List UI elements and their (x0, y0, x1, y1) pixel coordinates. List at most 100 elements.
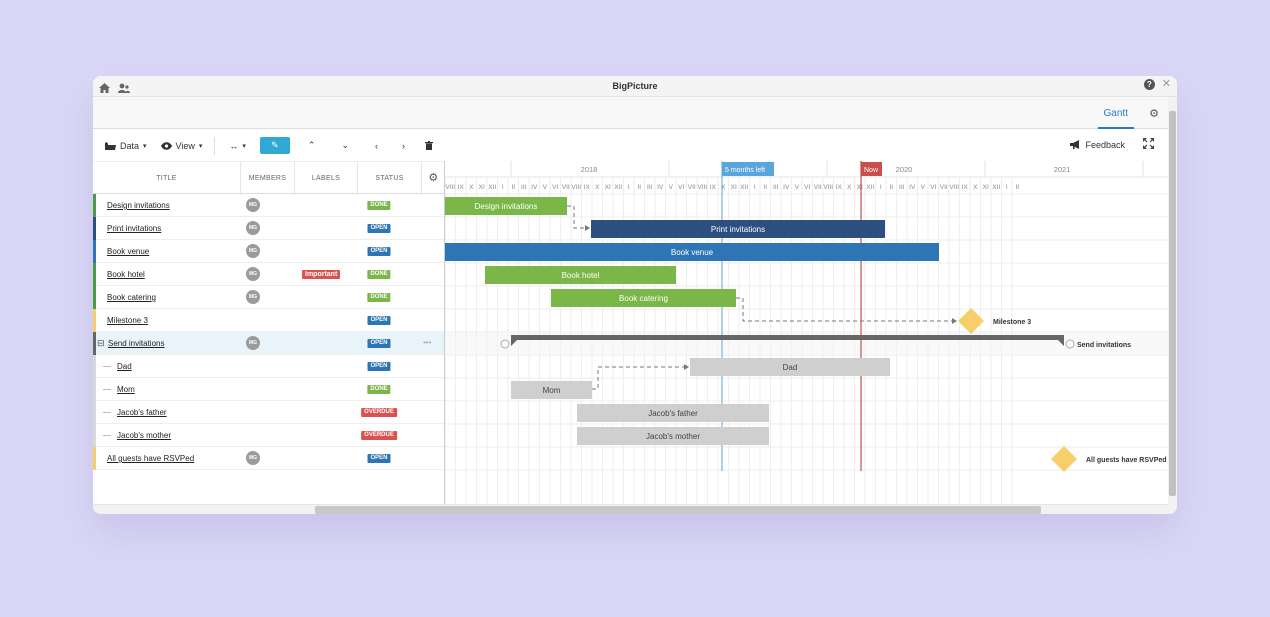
row-actions-icon[interactable]: ••• (423, 338, 431, 347)
task-title-link[interactable]: Jacob's father (117, 408, 167, 417)
task-title-link[interactable]: Milestone 3 (107, 316, 148, 325)
today-marker-label: 5 months left (725, 167, 765, 174)
month-label: V (921, 184, 926, 191)
vertical-scrollbar[interactable] (1168, 97, 1177, 514)
grid-row[interactable]: Design invitations MG DONE (93, 194, 444, 217)
vertical-scroll-thumb[interactable] (1169, 111, 1176, 496)
avatar[interactable]: MG (246, 336, 260, 350)
pencil-icon[interactable]: ✎ (259, 137, 290, 154)
now-marker-label: Now (864, 167, 879, 174)
task-title-link[interactable]: Jacob's mother (117, 431, 171, 440)
grid-row[interactable]: Milestone 3 OPEN (93, 309, 444, 332)
month-label: III (899, 184, 905, 191)
status-badge[interactable]: OPEN (367, 339, 391, 348)
month-label: VII (814, 184, 822, 191)
chevron-down-icon[interactable]: ⌄ (341, 140, 349, 151)
status-badge[interactable]: DONE (367, 270, 391, 279)
column-header-labels[interactable]: LABELS (295, 162, 358, 195)
status-badge[interactable]: OVERDUE (361, 408, 397, 417)
data-menu-button[interactable]: Data ▾ (105, 141, 147, 151)
view-menu-button[interactable]: View ▾ (160, 141, 202, 151)
task-title-link[interactable]: Dad (117, 362, 132, 371)
feedback-button[interactable]: Feedback (1070, 140, 1125, 150)
milestone-diamond[interactable] (1051, 446, 1077, 472)
row-color-bar (93, 401, 96, 424)
grid-row[interactable]: Print invitations MG OPEN (93, 217, 444, 240)
avatar[interactable]: MG (246, 267, 260, 281)
tab-gantt[interactable]: Gantt (1097, 97, 1134, 129)
help-icon[interactable]: ? (1143, 79, 1155, 90)
task-title-link[interactable]: Print invitations (107, 224, 161, 233)
status-badge[interactable]: DONE (367, 385, 391, 394)
status-badge[interactable]: OVERDUE (361, 431, 397, 440)
grid-row[interactable]: Jacob's father OVERDUE (93, 401, 444, 424)
gear-icon[interactable]: ⚙ (1149, 107, 1159, 120)
column-settings-gear-icon[interactable]: ⚙ (422, 162, 445, 195)
task-title-link[interactable]: Book venue (107, 247, 149, 256)
month-label: X (847, 184, 852, 191)
grid-row[interactable]: Book venue MG OPEN (93, 240, 444, 263)
milestone-label: Milestone 3 (993, 319, 1031, 326)
row-color-bar (93, 332, 96, 355)
month-label: IV (531, 184, 538, 191)
collapse-toggle-icon[interactable]: ⊟ (97, 338, 105, 349)
horizontal-scroll-thumb[interactable] (315, 506, 1041, 514)
status-badge[interactable]: OPEN (367, 362, 391, 371)
gantt-bar-label: Jacob's father (648, 409, 698, 418)
grid-row[interactable]: Jacob's mother OVERDUE (93, 424, 444, 447)
status-badge[interactable]: DONE (367, 293, 391, 302)
avatar[interactable]: MG (246, 244, 260, 258)
grid-row[interactable]: ⊟ Send invitations MG OPEN ••• (93, 332, 444, 355)
avatar[interactable]: MG (246, 290, 260, 304)
arrows-horizontal-icon[interactable]: ↔ ▾ (229, 141, 246, 151)
task-title-link[interactable]: Send invitations (108, 339, 164, 348)
month-label: IV (657, 184, 664, 191)
month-label: I (754, 184, 756, 191)
gantt-bar-label: Book hotel (562, 271, 600, 280)
arrow-head (585, 225, 590, 231)
grid-row[interactable]: Book catering MG DONE (93, 286, 444, 309)
status-badge[interactable]: OPEN (367, 247, 391, 256)
status-badge[interactable]: DONE (367, 201, 391, 210)
month-label: VII (688, 184, 696, 191)
close-icon[interactable]: ✕ (1162, 79, 1171, 90)
group-end-handle[interactable] (1065, 339, 1075, 349)
chevron-left-icon[interactable]: ‹ (375, 141, 378, 151)
month-label: I (628, 184, 630, 191)
column-header-status[interactable]: STATUS (358, 162, 422, 195)
chevron-up-icon[interactable]: ⌃ (308, 140, 316, 151)
grid-row[interactable]: Book hotel MG Important DONE (93, 263, 444, 286)
gantt-bar-label: Mom (543, 386, 561, 395)
row-color-bar (93, 263, 96, 286)
grid-row[interactable]: Mom DONE (93, 378, 444, 401)
row-color-bar (93, 240, 96, 263)
status-badge[interactable]: OPEN (367, 454, 391, 463)
column-header-members[interactable]: MEMBERS (241, 162, 295, 195)
month-label: X (973, 184, 978, 191)
task-title-link[interactable]: All guests have RSVPed (107, 454, 194, 463)
horizontal-scrollbar[interactable] (93, 504, 1168, 514)
group-start-handle[interactable] (500, 339, 510, 349)
toolbar: Data ▾ View ▾ ↔ ▾ ✎ ⌃ ⌄ ‹ › Feedback (93, 130, 1168, 161)
month-label: III (521, 184, 527, 191)
grid-row[interactable]: Dad OPEN (93, 355, 444, 378)
month-label: XII (992, 184, 1000, 191)
avatar[interactable]: MG (246, 198, 260, 212)
status-badge[interactable]: OPEN (367, 224, 391, 233)
month-label: I (1006, 184, 1008, 191)
month-label: IX (962, 184, 969, 191)
task-title-link[interactable]: Book hotel (107, 270, 145, 279)
avatar[interactable]: MG (246, 221, 260, 235)
trash-icon[interactable] (425, 141, 434, 150)
grid-row[interactable]: All guests have RSVPed MG OPEN (93, 447, 444, 470)
task-title-link[interactable]: Mom (117, 385, 135, 394)
avatar[interactable]: MG (246, 451, 260, 465)
month-label: II (637, 184, 641, 191)
status-badge[interactable]: OPEN (367, 316, 391, 325)
task-title-link[interactable]: Book catering (107, 293, 156, 302)
column-header-title[interactable]: TITLE (93, 162, 241, 195)
expand-icon[interactable] (1143, 138, 1154, 151)
year-label: 2018 (581, 165, 598, 174)
task-title-link[interactable]: Design invitations (107, 201, 170, 210)
chevron-right-icon[interactable]: › (402, 141, 405, 151)
